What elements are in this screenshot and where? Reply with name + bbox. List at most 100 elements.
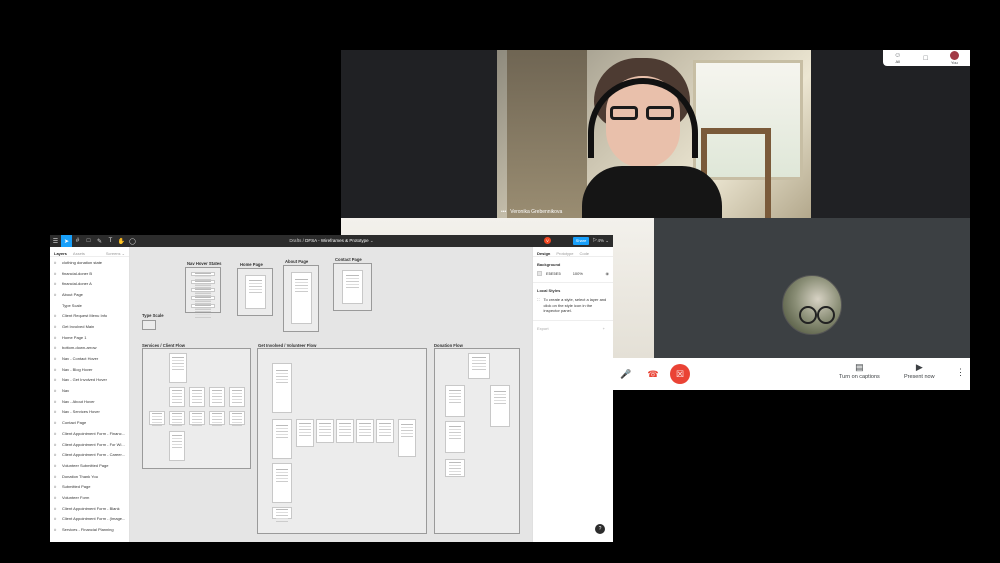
meet-top-controls: ☺ All □ You — [883, 50, 970, 66]
layer-item[interactable]: # Nav — [50, 385, 129, 396]
shape-tool-button[interactable]: □ — [83, 235, 94, 247]
share-button[interactable]: Share — [573, 237, 589, 245]
layer-item[interactable]: # About Page — [50, 289, 129, 300]
layer-item[interactable]: # Client Appointment Form - Blank — [50, 503, 129, 514]
local-styles-section: Local Styles ∷ To create a style, select… — [533, 283, 613, 314]
layer-item[interactable]: # Client Appointment Form - For Wi... — [50, 439, 129, 450]
layer-item[interactable]: # Client Appointment Form - (Image... — [50, 514, 129, 525]
layer-item[interactable]: # Nav - Services Hover — [50, 407, 129, 418]
layer-item[interactable]: # Contact Page — [50, 417, 129, 428]
layer-item[interactable]: # Get Involved Main — [50, 321, 129, 332]
frame-label-home: Home Page — [240, 262, 263, 267]
export-label: Export — [537, 325, 549, 331]
layer-item[interactable]: # Nav - Blog Hover — [50, 364, 129, 375]
frame-icon: # — [54, 516, 57, 522]
frame-home-page[interactable] — [237, 268, 273, 316]
layer-item[interactable]: # Client Request Menu Info — [50, 310, 129, 321]
layer-item[interactable]: # bottom-down-arrow — [50, 343, 129, 354]
layer-item[interactable]: # financial-doner A — [50, 278, 129, 289]
layer-item[interactable]: # Client Appointment Form - Career... — [50, 449, 129, 460]
layer-item[interactable]: # Donation Thank You — [50, 471, 129, 482]
inspector-tabs: Design Prototype Code — [533, 247, 613, 257]
background-fill-row[interactable]: E5E5E5 100% ◉ — [537, 271, 609, 276]
hang-up-button[interactable]: ☎ — [643, 364, 663, 384]
present-play-icon[interactable]: ▷ — [593, 237, 597, 243]
color-swatch[interactable] — [537, 271, 542, 276]
layer-item[interactable]: # Nav - Get Involved Hover — [50, 375, 129, 386]
layer-item[interactable]: # Services - Financial Planning — [50, 524, 129, 535]
eye-icon[interactable]: ◉ — [606, 271, 610, 276]
comment-tool-button[interactable]: ◯ — [127, 235, 138, 247]
hang-up-icon: ☎ — [647, 368, 659, 379]
bicycle-wheel-icon — [817, 306, 835, 324]
background-opacity[interactable]: 100% — [573, 271, 583, 276]
frame-icon: # — [54, 291, 57, 297]
layer-item[interactable]: # financial-doner B — [50, 268, 129, 279]
bicycle-wheel-icon — [799, 306, 817, 324]
layer-item[interactable]: # Nav - About Hover — [50, 396, 129, 407]
pen-icon: ✎ — [96, 238, 103, 245]
figma-toolbar: ☰ ➤ # □ ✎ T ✋ ◯ Drafts / DFSA - Wirefram… — [50, 235, 613, 247]
people-button[interactable]: ☺ All — [894, 52, 901, 64]
chat-icon: □ — [923, 54, 928, 62]
layer-item[interactable]: # Volunteer Submitted Page — [50, 460, 129, 471]
layer-item[interactable]: # clothing donation state — [50, 257, 129, 268]
layer-item[interactable]: # Home Page 1 — [50, 332, 129, 343]
present-now-button[interactable]: ▶ Present now — [904, 363, 935, 381]
frame-icon: # — [54, 345, 57, 351]
layer-list: # clothing donation state # financial-done… — [50, 257, 129, 535]
frame-icon: # — [54, 409, 57, 415]
frame-tool-button[interactable]: # — [72, 235, 83, 247]
user-avatar[interactable]: V — [544, 237, 551, 244]
main-menu-button[interactable]: ☰ — [50, 235, 61, 247]
background-hex[interactable]: E5E5E5 — [546, 271, 561, 276]
pages-dropdown[interactable]: Screens ⌄ — [106, 251, 125, 256]
more-dots-icon[interactable]: ••• — [501, 209, 506, 215]
more-options-button[interactable]: ⋮ — [956, 367, 965, 378]
text-tool-button[interactable]: T — [105, 235, 116, 247]
hand-tool-button[interactable]: ✋ — [116, 235, 127, 247]
frame-icon: # — [54, 398, 57, 404]
design-canvas[interactable]: Nav Hover States Home Page About Page Co… — [130, 247, 532, 542]
move-tool-button[interactable]: ➤ — [61, 235, 72, 247]
cursor-icon: ➤ — [63, 238, 70, 245]
layer-item[interactable]: TType Scale — [50, 300, 129, 311]
microphone-button[interactable]: 🎤 — [616, 364, 636, 384]
tab-layers[interactable]: Layers — [54, 251, 67, 256]
frame-icon: # — [54, 430, 57, 436]
background-title: Background — [537, 262, 561, 267]
screen: ••• Veronika Grebennikova ☺ All □ You 🎤 … — [0, 0, 1000, 563]
frame-donation-flow[interactable] — [434, 348, 520, 534]
tab-prototype[interactable]: Prototype — [556, 251, 573, 256]
captions-button[interactable]: ▤ Turn on captions — [839, 363, 880, 381]
layer-item[interactable]: # Volunteer Form — [50, 492, 129, 503]
frame-label-contact: Contact Page — [335, 257, 362, 262]
layer-item[interactable]: # Submitted Page — [50, 481, 129, 492]
zoom-dropdown[interactable]: 4% ⌄ — [597, 238, 609, 244]
camera-off-button[interactable]: ☒ — [670, 364, 690, 384]
tab-assets[interactable]: Assets — [73, 251, 85, 256]
help-button[interactable]: ? — [595, 524, 605, 534]
frame-about-page[interactable] — [283, 265, 319, 332]
frame-contact-page[interactable] — [333, 263, 372, 311]
self-avatar-button[interactable]: You — [949, 51, 959, 65]
frame-icon: # — [54, 441, 57, 447]
add-export-icon[interactable]: + — [603, 326, 605, 331]
frame-nav-hover-states[interactable] — [185, 267, 221, 313]
layer-item[interactable]: # Client Appointment Form - Financ... — [50, 428, 129, 439]
pen-tool-button[interactable]: ✎ — [94, 235, 105, 247]
avatar — [949, 51, 959, 60]
chat-button[interactable]: □ — [923, 55, 927, 62]
layer-item[interactable]: # Nav - Contact Hover — [50, 353, 129, 364]
frame-volunteer-flow[interactable] — [257, 348, 427, 534]
participant-name-bar: ••• Veronika Grebennikova — [501, 209, 562, 215]
tab-design[interactable]: Design — [537, 251, 550, 256]
frame-icon: # — [54, 377, 57, 383]
frame-icon: # — [54, 494, 57, 500]
export-section[interactable]: Export + — [533, 321, 613, 331]
frame-icon: # — [54, 356, 57, 362]
frame-type-scale[interactable] — [142, 320, 156, 330]
frame-services-client-flow[interactable] — [142, 348, 251, 469]
background-section: Background E5E5E5 100% ◉ — [533, 257, 613, 276]
tab-code[interactable]: Code — [579, 251, 589, 256]
